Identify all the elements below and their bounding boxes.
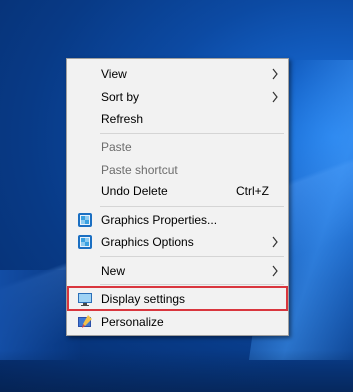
menu-item-graphics-options[interactable]: Graphics Options (67, 231, 288, 253)
menu-item-label: Paste shortcut (101, 163, 178, 177)
personalize-icon (78, 315, 92, 328)
submenu-arrow-icon (272, 265, 278, 277)
desktop-context-menu: View Sort by Refresh Paste Paste shortcu… (66, 58, 289, 336)
menu-item-label: Undo Delete (101, 184, 168, 198)
menu-item-sort-by[interactable]: Sort by (67, 86, 288, 108)
submenu-arrow-icon (272, 68, 278, 80)
menu-item-label: Personalize (101, 315, 164, 329)
menu-item-label: Graphics Properties... (101, 213, 218, 227)
menu-item-label: Refresh (101, 112, 144, 126)
menu-item-label: New (101, 264, 126, 278)
intel-graphics-icon (78, 235, 92, 249)
menu-item-label: View (101, 67, 127, 81)
menu-separator (100, 206, 284, 207)
menu-item-view[interactable]: View (67, 63, 288, 85)
menu-item-personalize[interactable]: Personalize (67, 311, 288, 333)
intel-graphics-icon (78, 213, 92, 227)
menu-separator (100, 133, 284, 134)
wallpaper-bottom-fade (0, 350, 353, 392)
menu-separator (100, 256, 284, 257)
menu-separator (100, 284, 284, 285)
menu-item-paste[interactable]: Paste (67, 136, 288, 158)
menu-item-undo-delete[interactable]: Undo Delete Ctrl+Z (67, 180, 288, 202)
menu-item-label: Graphics Options (101, 235, 194, 249)
menu-item-graphics-properties[interactable]: Graphics Properties... (67, 209, 288, 231)
submenu-arrow-icon (272, 236, 278, 248)
menu-item-refresh[interactable]: Refresh (67, 108, 288, 130)
submenu-arrow-icon (272, 91, 278, 103)
menu-item-label: Paste (101, 140, 132, 154)
menu-item-label: Sort by (101, 90, 140, 104)
menu-item-new[interactable]: New (67, 260, 288, 282)
menu-item-paste-shortcut[interactable]: Paste shortcut (67, 159, 288, 181)
shortcut-label: Ctrl+Z (236, 184, 269, 198)
highlight-annotation-box (67, 286, 288, 311)
